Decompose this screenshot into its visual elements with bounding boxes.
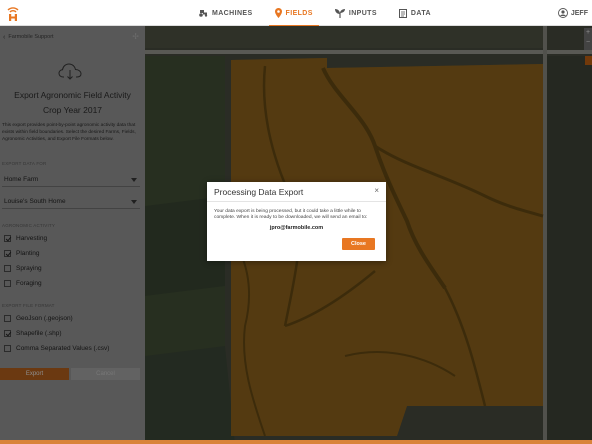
map-pin-icon bbox=[274, 8, 282, 18]
user-menu[interactable]: JEFF bbox=[557, 0, 588, 26]
nav-data-label: DATA bbox=[410, 9, 431, 17]
seedling-icon bbox=[334, 8, 345, 18]
nav-fields-label: FIELDS bbox=[285, 9, 313, 17]
modal-header: Processing Data Export × bbox=[207, 182, 386, 202]
tractor-icon bbox=[199, 10, 208, 17]
user-avatar-icon bbox=[557, 8, 568, 18]
nav-data[interactable]: DATA bbox=[393, 0, 437, 26]
nav-inputs[interactable]: INPUTS bbox=[329, 0, 383, 26]
farmobile-logo-icon[interactable] bbox=[5, 3, 21, 23]
top-nav-bar: MACHINES FIELDS INPUTS DATA JEFF bbox=[0, 0, 592, 27]
close-icon[interactable]: × bbox=[374, 186, 379, 195]
main-nav: MACHINES FIELDS INPUTS DATA bbox=[192, 0, 447, 27]
document-icon bbox=[398, 8, 407, 18]
modal-message: Your data export is being processed, but… bbox=[214, 209, 368, 221]
nav-fields[interactable]: FIELDS bbox=[268, 0, 320, 27]
nav-machines-label: MACHINES bbox=[212, 9, 253, 17]
close-button[interactable]: Close bbox=[342, 238, 375, 250]
nav-machines[interactable]: MACHINES bbox=[192, 0, 259, 26]
modal-title: Processing Data Export bbox=[214, 186, 304, 197]
nav-inputs-label: INPUTS bbox=[348, 9, 377, 17]
processing-export-modal: Processing Data Export × Your data expor… bbox=[207, 182, 386, 261]
bottom-accent-bar bbox=[0, 440, 592, 444]
user-name: JEFF bbox=[570, 9, 588, 17]
modal-email: jpro@farmobile.com bbox=[269, 225, 324, 231]
